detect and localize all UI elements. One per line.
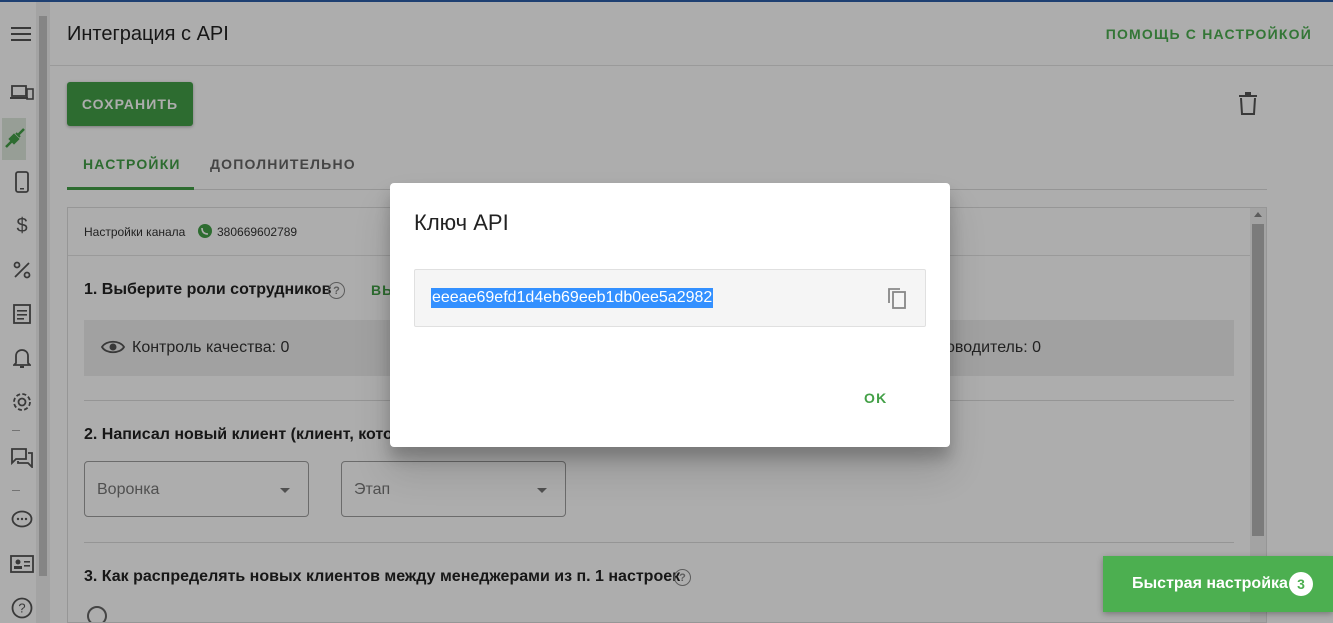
api-key-value[interactable]: eeeae69efd1d4eb69eeb1db0ee5a2982 [431, 288, 714, 308]
ok-button[interactable]: OK [864, 390, 887, 406]
quick-setup-label: Быстрая настройка [1132, 575, 1288, 592]
api-key-dialog: Ключ API eeeae69efd1d4eb69eeb1db0ee5a298… [390, 183, 950, 447]
api-key-field[interactable]: eeeae69efd1d4eb69eeb1db0ee5a2982 [414, 269, 926, 327]
copy-icon[interactable] [886, 286, 908, 310]
quick-setup-badge: 3 [1289, 572, 1313, 596]
dialog-title: Ключ API [414, 210, 509, 235]
quick-setup-button[interactable]: Быстрая настройка 3 [1103, 556, 1333, 612]
